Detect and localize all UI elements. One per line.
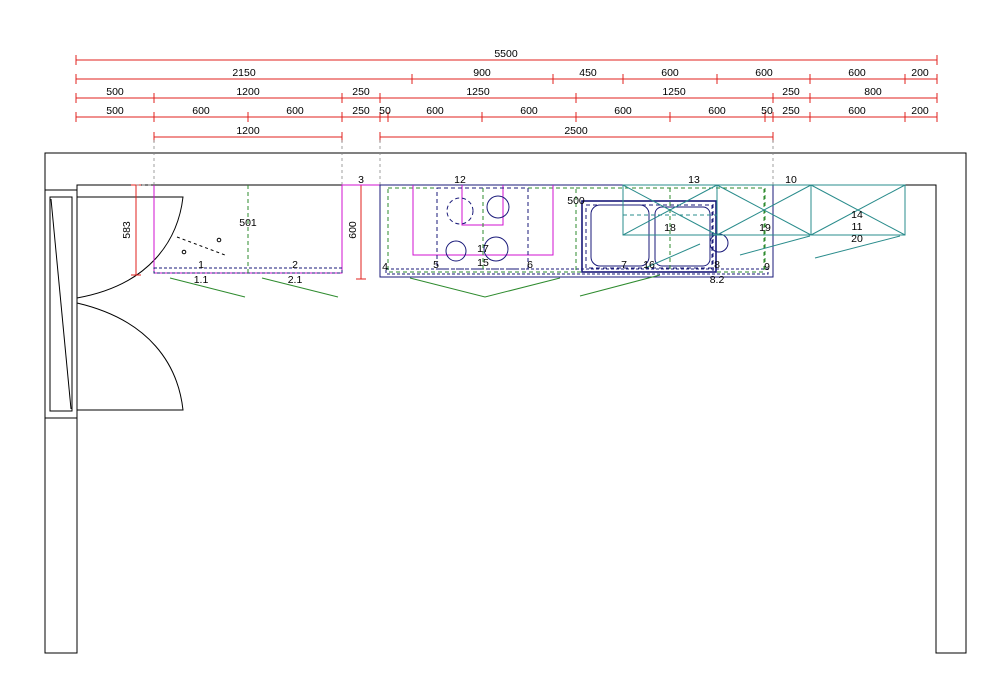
dim-row3-5: 250 xyxy=(782,86,800,98)
label-7: 7 xyxy=(621,259,627,271)
sink-bowl-right xyxy=(654,206,711,267)
dim-row4-6: 600 xyxy=(520,105,538,117)
dim-row2-6: 200 xyxy=(911,67,929,79)
dim-row4-1: 600 xyxy=(192,105,210,117)
dimension-lines xyxy=(75,55,938,280)
dim-row3-3: 1250 xyxy=(466,86,490,98)
label-1-1: 1.1 xyxy=(194,274,209,286)
dim-row3-1: 1200 xyxy=(236,86,260,98)
label-8-2: 8.2 xyxy=(710,274,725,286)
door-leaf-lower xyxy=(76,302,184,411)
label-11: 11 xyxy=(852,221,863,233)
corner-knob-b xyxy=(216,237,222,243)
dim-row3-2: 250 xyxy=(352,86,370,98)
corner-knob-a xyxy=(181,249,187,255)
dim-row4-11: 600 xyxy=(848,105,866,117)
wall-unit-swing-2 xyxy=(739,235,811,256)
back-wall xyxy=(44,152,967,654)
dim-row3-0: 500 xyxy=(106,86,124,98)
hob-burner-2 xyxy=(486,195,510,219)
kitchen-floor-plan: 5500 2150 900 450 600 600 600 200 500 12… xyxy=(44,48,967,654)
dim-row4-2: 600 xyxy=(286,105,304,117)
dim-row4-5: 600 xyxy=(426,105,444,117)
label-1: 1 xyxy=(198,259,204,271)
label-20: 20 xyxy=(851,233,863,245)
corner-dash xyxy=(176,236,226,256)
dim-row2-2: 450 xyxy=(579,67,597,79)
hob-burner-3 xyxy=(445,240,467,262)
dim-row4-9: 50 xyxy=(761,105,773,117)
label-3: 3 xyxy=(358,174,364,186)
label-14: 14 xyxy=(851,209,863,221)
label-4: 4 xyxy=(382,261,388,273)
dim-row2-0: 2150 xyxy=(232,67,256,79)
dim-row4-4: 50 xyxy=(379,105,391,117)
label-2: 2 xyxy=(292,259,298,271)
dim-row2-1: 900 xyxy=(473,67,491,79)
dim-row4-10: 250 xyxy=(782,105,800,117)
label-6: 6 xyxy=(527,259,533,271)
dimension-labels: 5500 2150 900 450 600 600 600 200 500 12… xyxy=(106,48,929,239)
dim-row4-7: 600 xyxy=(614,105,632,117)
label-10: 10 xyxy=(785,174,797,186)
label-9: 9 xyxy=(764,261,770,273)
dim-row4-12: 200 xyxy=(911,105,929,117)
door-swing-3 xyxy=(409,277,561,298)
left-cabinet-run xyxy=(153,184,380,298)
dim-row3-6: 800 xyxy=(864,86,882,98)
label-8: 8 xyxy=(714,259,720,271)
dim-row4-8: 600 xyxy=(708,105,726,117)
dim-depth-right: 600 xyxy=(347,221,359,239)
hob-burner-1 xyxy=(446,197,474,225)
label-500: 500 xyxy=(567,195,585,207)
dim-row4-0: 500 xyxy=(106,105,124,117)
dim-row5-0: 1200 xyxy=(236,125,260,137)
label-15: 15 xyxy=(477,257,489,269)
dim-row2-4: 600 xyxy=(755,67,773,79)
dim-overall: 5500 xyxy=(494,48,518,60)
label-501: 501 xyxy=(239,217,257,229)
label-12: 12 xyxy=(454,174,466,186)
label-13: 13 xyxy=(688,174,700,186)
label-16: 16 xyxy=(643,259,655,271)
room-walls xyxy=(44,152,967,654)
dim-row3-4: 1250 xyxy=(662,86,686,98)
label-5: 5 xyxy=(433,259,439,271)
dim-row2-5: 600 xyxy=(848,67,866,79)
dim-row4-3: 250 xyxy=(352,105,370,117)
label-18: 18 xyxy=(664,222,676,234)
dim-depth-left: 583 xyxy=(121,221,133,239)
label-17: 17 xyxy=(477,243,489,255)
label-2-1: 2.1 xyxy=(288,274,303,286)
label-19: 19 xyxy=(759,222,771,234)
door-swing-4 xyxy=(579,274,661,297)
window-glass-line xyxy=(50,198,72,410)
dim-row5-1: 2500 xyxy=(564,125,588,137)
dim-row2-3: 600 xyxy=(661,67,679,79)
door-leaf-upper xyxy=(76,196,184,299)
